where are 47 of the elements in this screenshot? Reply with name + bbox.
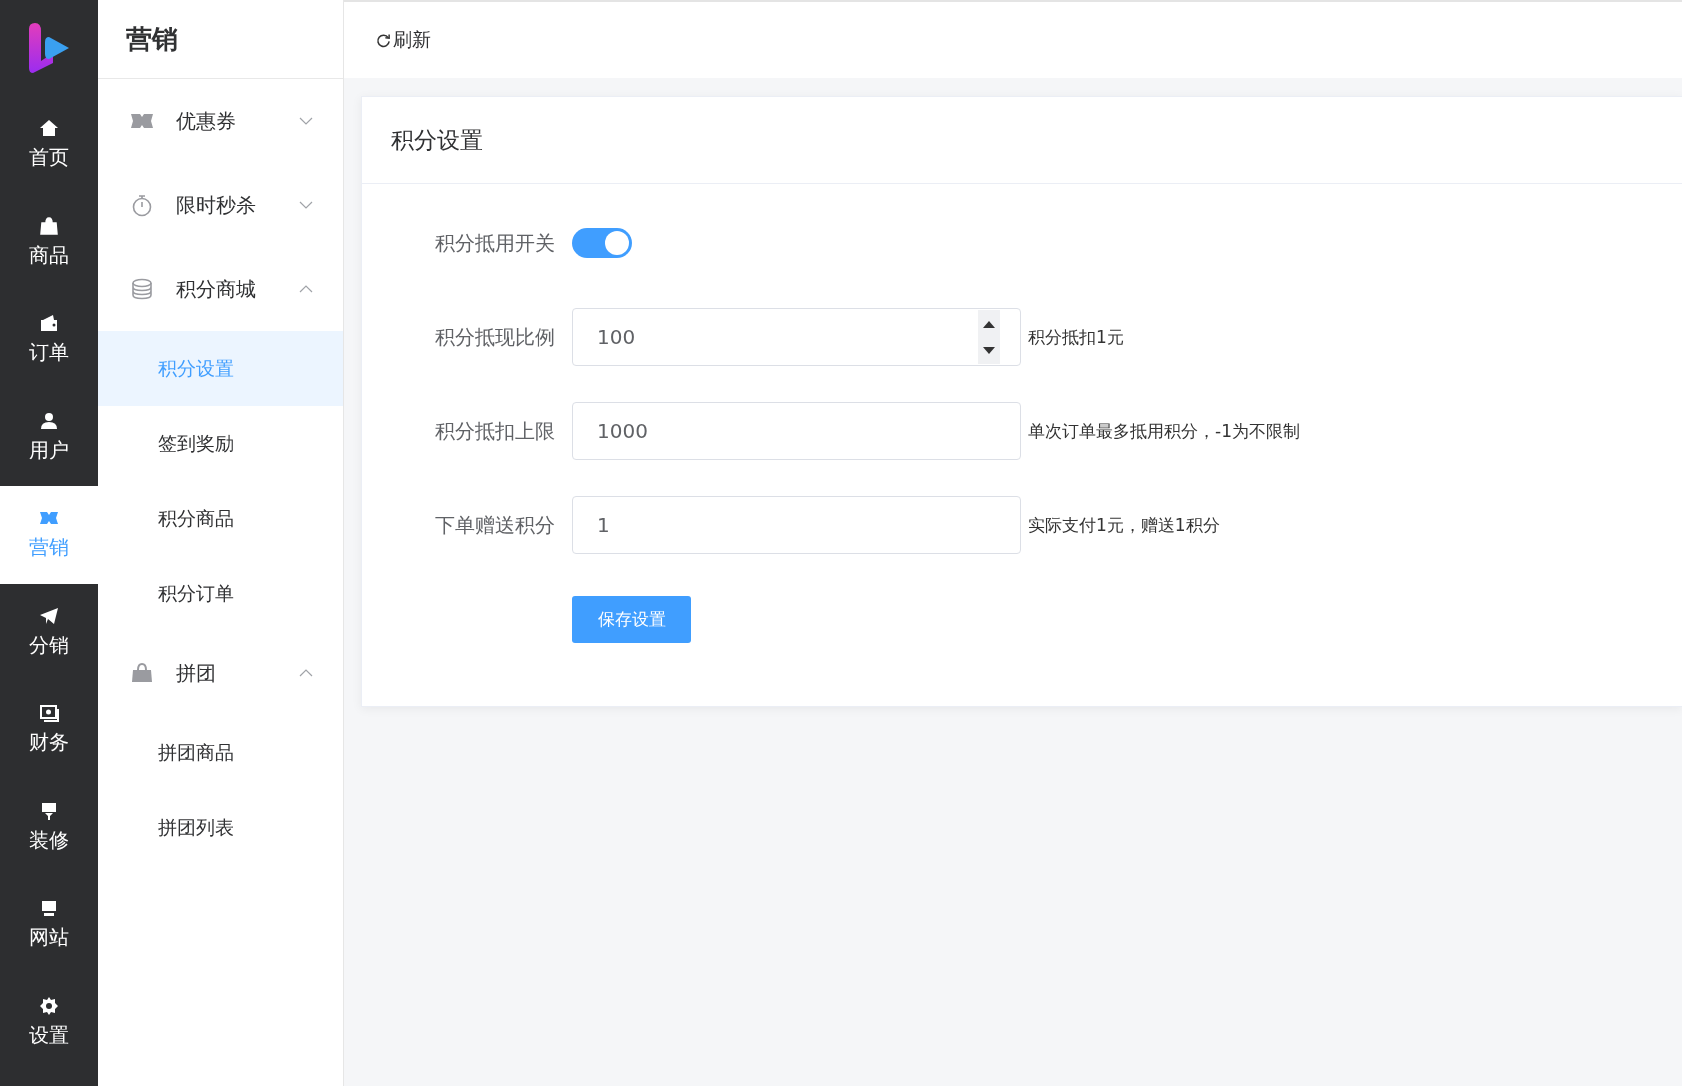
submenu-item[interactable]: 积分商品	[98, 481, 343, 556]
stopwatch-icon	[130, 193, 154, 217]
menu-group[interactable]: 积分商城	[98, 247, 343, 331]
refresh-button[interactable]: 刷新	[376, 27, 431, 53]
field-hint: 单次订单最多抵用积分，-1为不限制	[1028, 419, 1300, 443]
rail-nav-item[interactable]: 网站	[0, 876, 98, 974]
input-field[interactable]: 100	[572, 308, 1021, 366]
rail-nav-item[interactable]: 装修	[0, 778, 98, 876]
spinner-control[interactable]	[978, 310, 1000, 364]
rail-nav-item[interactable]: 设置	[0, 973, 98, 1071]
bag-icon	[130, 661, 154, 685]
home-icon	[39, 118, 59, 139]
toggle-switch[interactable]	[572, 228, 632, 258]
bag-icon	[39, 215, 59, 236]
coins-icon	[130, 277, 154, 301]
paint-roller-icon	[39, 800, 59, 821]
rail-nav-item[interactable]: 商品	[0, 193, 98, 291]
menu-group[interactable]: 限时秒杀	[98, 163, 343, 247]
field-hint: 实际支付1元，赠送1积分	[1028, 513, 1220, 537]
settings-icon	[39, 995, 59, 1016]
rail-nav-item[interactable]: 财务	[0, 681, 98, 779]
rail-nav-item[interactable]: 订单	[0, 291, 98, 389]
field-label: 积分抵扣上限	[434, 418, 556, 445]
field-label: 下单赠送积分	[434, 512, 556, 539]
field-label: 积分抵现比例	[434, 324, 556, 351]
menu-group[interactable]: 拼团	[98, 631, 343, 715]
cash-icon	[39, 703, 59, 724]
rail-nav-item[interactable]: 分销	[0, 583, 98, 681]
caret-down-icon[interactable]	[983, 346, 995, 355]
field-label: 积分抵用开关	[434, 230, 556, 257]
rail-nav-item[interactable]: 首页	[0, 96, 98, 194]
refresh-icon	[376, 32, 391, 48]
field-hint: 积分抵扣1元	[1028, 325, 1124, 349]
card-title: 积分设置	[391, 125, 483, 155]
input-field[interactable]: 1	[572, 496, 1021, 554]
submenu-item[interactable]: 积分订单	[98, 556, 343, 631]
section-title: 营销	[126, 22, 178, 56]
submenu-item[interactable]: 签到奖励	[98, 406, 343, 481]
user-icon	[39, 410, 59, 431]
caret-up-icon[interactable]	[983, 319, 995, 328]
submenu-item[interactable]: 拼团商品	[98, 715, 343, 790]
submenu-item[interactable]: 拼团列表	[98, 790, 343, 865]
input-field[interactable]: 1000	[572, 402, 1021, 460]
paper-plane-icon	[39, 605, 59, 626]
rail-nav-item[interactable]: 用户	[0, 388, 98, 486]
wallet-icon	[39, 313, 59, 334]
menu-group[interactable]: 优惠券	[98, 79, 343, 163]
